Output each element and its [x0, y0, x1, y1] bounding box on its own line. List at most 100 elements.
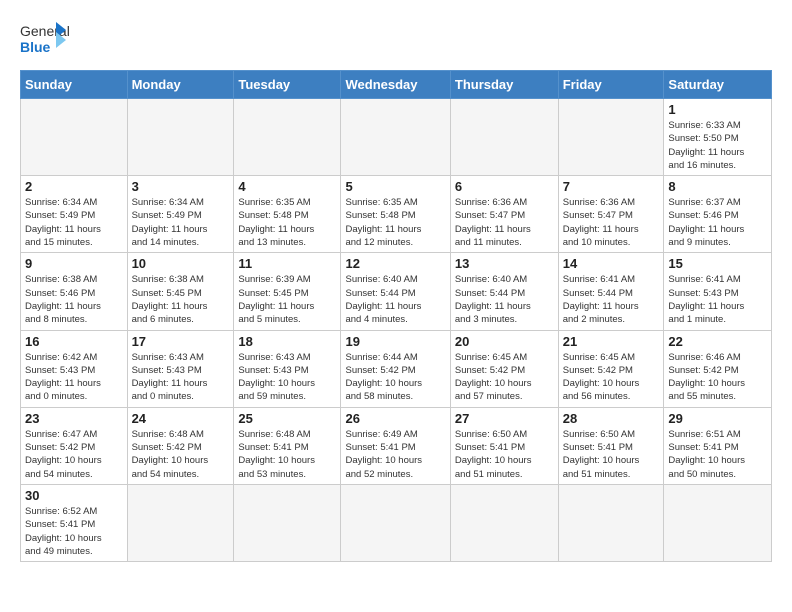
day-info: Sunrise: 6:41 AM Sunset: 5:44 PM Dayligh… [563, 273, 660, 326]
day-info: Sunrise: 6:35 AM Sunset: 5:48 PM Dayligh… [238, 196, 336, 249]
day-number: 12 [345, 256, 445, 271]
calendar-cell [234, 99, 341, 176]
day-info: Sunrise: 6:49 AM Sunset: 5:41 PM Dayligh… [345, 428, 445, 481]
calendar-cell: 8 Sunrise: 6:37 AM Sunset: 5:46 PM Daylig… [664, 176, 772, 253]
day-number: 27 [455, 411, 554, 426]
calendar-cell [450, 99, 558, 176]
calendar-cell [450, 484, 558, 561]
calendar-cell: 5 Sunrise: 6:35 AM Sunset: 5:48 PM Daylig… [341, 176, 450, 253]
calendar-cell: 3Sunrise: 6:34 AM Sunset: 5:49 PM Daylig… [127, 176, 234, 253]
day-number: 23 [25, 411, 123, 426]
calendar-cell: 1 Sunrise: 6:33 AM Sunset: 5:50 PM Daylig… [664, 99, 772, 176]
calendar-cell: 22 Sunrise: 6:46 AM Sunset: 5:42 PM Dayli… [664, 330, 772, 407]
day-info: Sunrise: 6:48 AM Sunset: 5:41 PM Dayligh… [238, 428, 336, 481]
calendar-cell: 20Sunrise: 6:45 AM Sunset: 5:42 PM Dayli… [450, 330, 558, 407]
column-header-monday: Monday [127, 71, 234, 99]
week-row-1: 1 Sunrise: 6:33 AM Sunset: 5:50 PM Daylig… [21, 99, 772, 176]
day-info: Sunrise: 6:45 AM Sunset: 5:42 PM Dayligh… [455, 351, 554, 404]
day-number: 17 [132, 334, 230, 349]
calendar-cell: 30 Sunrise: 6:52 AM Sunset: 5:41 PM Dayli… [21, 484, 128, 561]
day-info: Sunrise: 6:50 AM Sunset: 5:41 PM Dayligh… [563, 428, 660, 481]
day-info: Sunrise: 6:39 AM Sunset: 5:45 PM Dayligh… [238, 273, 336, 326]
day-number: 14 [563, 256, 660, 271]
day-info: Sunrise: 6:37 AM Sunset: 5:46 PM Dayligh… [668, 196, 767, 249]
calendar-cell: 6Sunrise: 6:36 AM Sunset: 5:47 PM Daylig… [450, 176, 558, 253]
week-row-4: 16 Sunrise: 6:42 AM Sunset: 5:43 PM Dayli… [21, 330, 772, 407]
header: GeneralBlue [20, 20, 772, 60]
header-row: SundayMondayTuesdayWednesdayThursdayFrid… [21, 71, 772, 99]
calendar-cell: 9 Sunrise: 6:38 AM Sunset: 5:46 PM Daylig… [21, 253, 128, 330]
calendar-cell [21, 99, 128, 176]
day-info: Sunrise: 6:36 AM Sunset: 5:47 PM Dayligh… [563, 196, 660, 249]
column-header-sunday: Sunday [21, 71, 128, 99]
calendar-cell: 10Sunrise: 6:38 AM Sunset: 5:45 PM Dayli… [127, 253, 234, 330]
day-number: 29 [668, 411, 767, 426]
day-number: 22 [668, 334, 767, 349]
calendar-cell: 19 Sunrise: 6:44 AM Sunset: 5:42 PM Dayli… [341, 330, 450, 407]
svg-text:Blue: Blue [20, 39, 51, 55]
logo: GeneralBlue [20, 20, 70, 60]
calendar-cell: 28 Sunrise: 6:50 AM Sunset: 5:41 PM Dayli… [558, 407, 664, 484]
calendar-cell: 15 Sunrise: 6:41 AM Sunset: 5:43 PM Dayli… [664, 253, 772, 330]
column-header-saturday: Saturday [664, 71, 772, 99]
day-number: 9 [25, 256, 123, 271]
calendar-cell: 2Sunrise: 6:34 AM Sunset: 5:49 PM Daylig… [21, 176, 128, 253]
day-info: Sunrise: 6:38 AM Sunset: 5:46 PM Dayligh… [25, 273, 123, 326]
column-header-tuesday: Tuesday [234, 71, 341, 99]
week-row-5: 23 Sunrise: 6:47 AM Sunset: 5:42 PM Dayli… [21, 407, 772, 484]
day-number: 10 [132, 256, 230, 271]
day-number: 18 [238, 334, 336, 349]
day-info: Sunrise: 6:42 AM Sunset: 5:43 PM Dayligh… [25, 351, 123, 404]
day-number: 30 [25, 488, 123, 503]
day-info: Sunrise: 6:33 AM Sunset: 5:50 PM Dayligh… [668, 119, 767, 172]
day-number: 7 [563, 179, 660, 194]
logo-svg: GeneralBlue [20, 20, 70, 60]
day-number: 1 [668, 102, 767, 117]
day-info: Sunrise: 6:35 AM Sunset: 5:48 PM Dayligh… [345, 196, 445, 249]
day-number: 21 [563, 334, 660, 349]
day-info: Sunrise: 6:47 AM Sunset: 5:42 PM Dayligh… [25, 428, 123, 481]
calendar-cell [558, 99, 664, 176]
calendar-cell: 23 Sunrise: 6:47 AM Sunset: 5:42 PM Dayli… [21, 407, 128, 484]
day-info: Sunrise: 6:46 AM Sunset: 5:42 PM Dayligh… [668, 351, 767, 404]
calendar-cell: 11 Sunrise: 6:39 AM Sunset: 5:45 PM Dayli… [234, 253, 341, 330]
week-row-6: 30 Sunrise: 6:52 AM Sunset: 5:41 PM Dayli… [21, 484, 772, 561]
calendar-cell [127, 99, 234, 176]
day-info: Sunrise: 6:50 AM Sunset: 5:41 PM Dayligh… [455, 428, 554, 481]
calendar-cell: 7 Sunrise: 6:36 AM Sunset: 5:47 PM Daylig… [558, 176, 664, 253]
day-number: 4 [238, 179, 336, 194]
day-number: 3 [132, 179, 230, 194]
calendar-cell [341, 99, 450, 176]
day-info: Sunrise: 6:40 AM Sunset: 5:44 PM Dayligh… [455, 273, 554, 326]
calendar-header: SundayMondayTuesdayWednesdayThursdayFrid… [21, 71, 772, 99]
day-number: 25 [238, 411, 336, 426]
column-header-wednesday: Wednesday [341, 71, 450, 99]
day-info: Sunrise: 6:44 AM Sunset: 5:42 PM Dayligh… [345, 351, 445, 404]
day-number: 6 [455, 179, 554, 194]
day-info: Sunrise: 6:48 AM Sunset: 5:42 PM Dayligh… [132, 428, 230, 481]
calendar-body: 1 Sunrise: 6:33 AM Sunset: 5:50 PM Daylig… [21, 99, 772, 562]
day-number: 8 [668, 179, 767, 194]
day-number: 16 [25, 334, 123, 349]
day-info: Sunrise: 6:51 AM Sunset: 5:41 PM Dayligh… [668, 428, 767, 481]
day-number: 11 [238, 256, 336, 271]
week-row-2: 2Sunrise: 6:34 AM Sunset: 5:49 PM Daylig… [21, 176, 772, 253]
day-number: 15 [668, 256, 767, 271]
calendar-cell [341, 484, 450, 561]
calendar-cell: 26 Sunrise: 6:49 AM Sunset: 5:41 PM Dayli… [341, 407, 450, 484]
week-row-3: 9 Sunrise: 6:38 AM Sunset: 5:46 PM Daylig… [21, 253, 772, 330]
day-number: 24 [132, 411, 230, 426]
day-number: 19 [345, 334, 445, 349]
calendar-table: SundayMondayTuesdayWednesdayThursdayFrid… [20, 70, 772, 562]
day-number: 28 [563, 411, 660, 426]
day-number: 2 [25, 179, 123, 194]
day-info: Sunrise: 6:40 AM Sunset: 5:44 PM Dayligh… [345, 273, 445, 326]
day-info: Sunrise: 6:41 AM Sunset: 5:43 PM Dayligh… [668, 273, 767, 326]
calendar-cell: 29 Sunrise: 6:51 AM Sunset: 5:41 PM Dayli… [664, 407, 772, 484]
day-info: Sunrise: 6:52 AM Sunset: 5:41 PM Dayligh… [25, 505, 123, 558]
calendar-cell: 27 Sunrise: 6:50 AM Sunset: 5:41 PM Dayli… [450, 407, 558, 484]
day-number: 13 [455, 256, 554, 271]
calendar-cell [234, 484, 341, 561]
day-number: 5 [345, 179, 445, 194]
day-number: 26 [345, 411, 445, 426]
